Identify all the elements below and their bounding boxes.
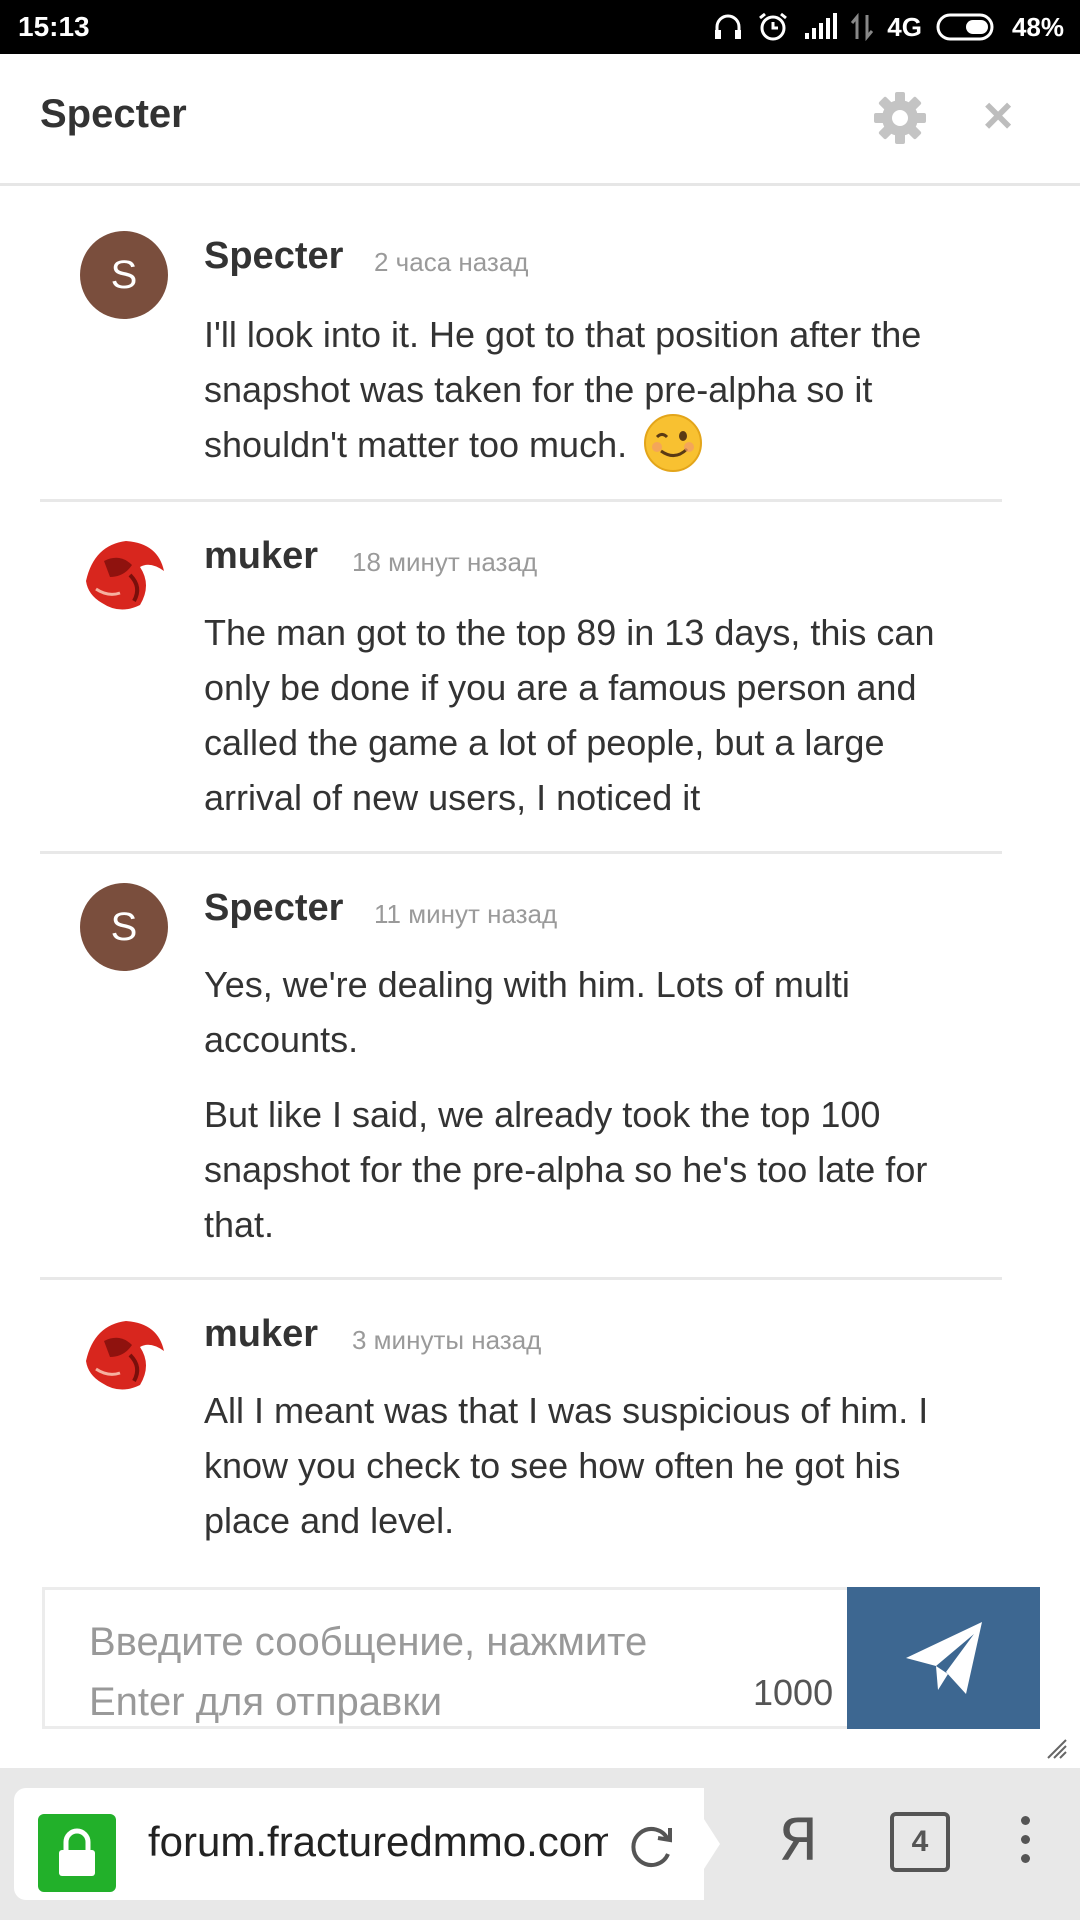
yandex-button[interactable]: Я bbox=[778, 1806, 818, 1874]
message-author[interactable]: muker bbox=[204, 1313, 318, 1356]
battery-icon bbox=[936, 13, 994, 41]
close-icon[interactable]: × bbox=[978, 86, 1018, 146]
avatar[interactable]: S bbox=[80, 883, 168, 971]
message-divider bbox=[40, 851, 1002, 854]
message-time: 11 минут назад bbox=[374, 899, 558, 929]
signal-icon bbox=[805, 13, 838, 39]
status-time: 15:13 bbox=[18, 11, 90, 42]
battery-percent: 48% bbox=[1011, 11, 1064, 42]
chat-title: Specter bbox=[40, 92, 187, 136]
address-bar-arrow bbox=[684, 1788, 720, 1900]
message-author[interactable]: muker bbox=[204, 535, 318, 578]
status-bar: 15:13 4G 48% bbox=[0, 0, 1080, 54]
paper-plane-icon bbox=[905, 1622, 982, 1694]
message-text: I'll look into it. He got to that positi… bbox=[204, 314, 922, 465]
message-text: But like I said, we already took the top… bbox=[204, 1094, 928, 1245]
lock-icon[interactable] bbox=[38, 1814, 116, 1892]
url-text[interactable]: forum.fracturedmmo.com bbox=[148, 1818, 608, 1866]
message-text: The man got to the top 89 in 13 days, th… bbox=[204, 612, 935, 818]
message-input-placeholder: Введите сообщение, нажмите Enter для отп… bbox=[89, 1620, 648, 1724]
message-time: 3 минуты назад bbox=[352, 1325, 542, 1355]
message-time: 18 минут назад bbox=[352, 547, 538, 577]
avatar[interactable]: S bbox=[80, 231, 168, 319]
avatar[interactable] bbox=[80, 1311, 168, 1399]
char-counter: 1000 bbox=[753, 1672, 834, 1713]
message-divider bbox=[40, 1277, 1002, 1280]
status-icons: 4G 48% bbox=[713, 11, 1064, 43]
message-body: I'll look into it. He got to that positi… bbox=[204, 307, 984, 477]
send-button[interactable] bbox=[847, 1587, 1040, 1729]
address-bar[interactable]: forum.fracturedmmo.com bbox=[14, 1788, 704, 1900]
message-time: 2 часа назад bbox=[374, 247, 529, 277]
message-text: All I meant was that I was suspicious of… bbox=[204, 1390, 929, 1541]
more-menu-icon[interactable] bbox=[1014, 1816, 1036, 1876]
message-text: Yes, we're dealing with him. Lots of mul… bbox=[204, 964, 850, 1060]
message-list: S Specter 2 часа назад I'll look into it… bbox=[0, 189, 1080, 1569]
avatar[interactable] bbox=[80, 531, 168, 619]
message-author[interactable]: Specter bbox=[204, 235, 343, 278]
data-transfer-icon bbox=[851, 13, 874, 41]
tabs-button[interactable]: 4 bbox=[890, 1812, 950, 1872]
message-divider bbox=[40, 499, 1002, 502]
resize-handle-icon[interactable] bbox=[1042, 1734, 1068, 1760]
chat-header: Specter × bbox=[0, 54, 1080, 186]
headphones-icon bbox=[715, 14, 742, 39]
message-body: Yes, we're dealing with him. Lots of mul… bbox=[204, 957, 984, 1252]
browser-toolbar: forum.fracturedmmo.com Я 4 bbox=[0, 1768, 1080, 1920]
winking-face-icon bbox=[644, 414, 703, 473]
network-type: 4G bbox=[887, 11, 922, 42]
reload-icon[interactable] bbox=[622, 1816, 682, 1876]
message-author[interactable]: Specter bbox=[204, 887, 343, 930]
alarm-icon bbox=[759, 12, 788, 41]
message-body: All I meant was that I was suspicious of… bbox=[204, 1383, 984, 1548]
message-body: The man got to the top 89 in 13 days, th… bbox=[204, 605, 984, 825]
gear-icon[interactable] bbox=[872, 90, 928, 146]
